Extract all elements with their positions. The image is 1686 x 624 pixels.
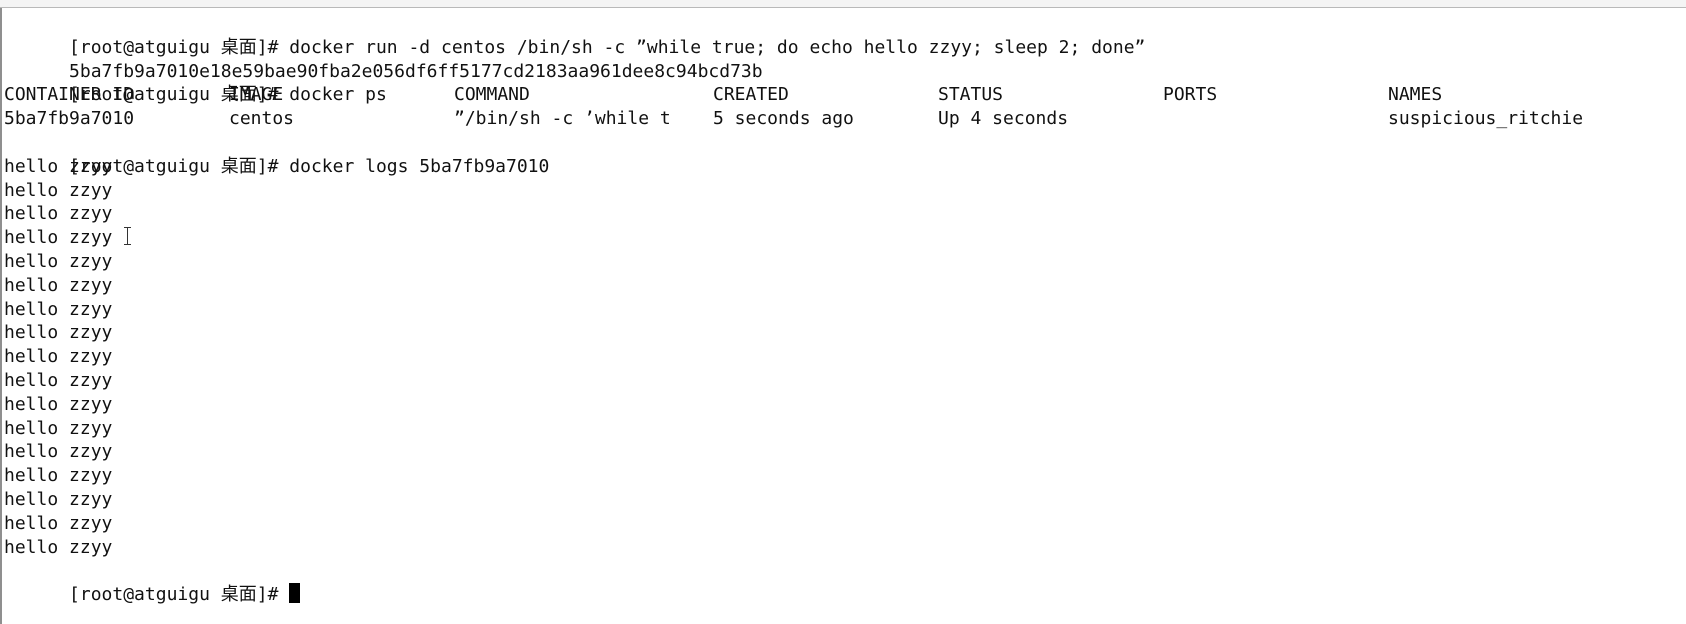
log-line: hello zzyy	[4, 369, 1678, 393]
ps-table-row: 5ba7fb9a7010 centos ”/bin/sh -c ’while t…	[4, 107, 1678, 131]
log-line: hello zzyy	[4, 464, 1678, 488]
log-line-text: hello zzyy	[4, 369, 113, 391]
column-header-status: STATUS	[938, 84, 1004, 106]
log-line: hello zzyy	[4, 536, 1678, 560]
log-line: hello zzyy	[4, 440, 1678, 464]
log-line-text: hello zzyy	[4, 322, 113, 344]
ps-table-header: CONTAINER ID IMAGE COMMAND CREATED STATU…	[4, 83, 1678, 107]
window-left-border	[0, 8, 2, 624]
terminal-output[interactable]: [root@atguigu 桌面]# docker run -d centos …	[4, 12, 1678, 624]
created-cell: 5 seconds ago	[713, 108, 854, 130]
log-line: hello zzyy	[4, 417, 1678, 441]
log-line: hello zzyy	[4, 226, 1678, 250]
shell-prompt: [root@atguigu 桌面]#	[69, 584, 290, 606]
log-line-text: hello zzyy	[4, 417, 113, 439]
log-line: hello zzyy	[4, 345, 1678, 369]
log-line-text: hello zzyy	[4, 441, 113, 463]
log-line-text: hello zzyy	[4, 536, 113, 558]
log-line-text: hello zzyy	[4, 155, 113, 177]
log-line-text: hello zzyy	[4, 298, 113, 320]
column-header-image: IMAGE	[229, 84, 284, 106]
column-header-command: COMMAND	[454, 84, 530, 106]
log-line-text: hello zzyy	[4, 203, 113, 225]
logs-command-line: [root@atguigu 桌面]# docker logs 5ba7fb9a7…	[4, 131, 1678, 177]
log-line-text: hello zzyy	[4, 250, 113, 272]
log-line-text: hello zzyy	[4, 179, 113, 201]
log-line-text: hello zzyy	[4, 512, 113, 534]
run-command-line: [root@atguigu 桌面]# docker run -d centos …	[4, 12, 1678, 58]
log-line: hello zzyy	[4, 250, 1678, 274]
image-cell: centos	[229, 108, 295, 130]
log-line: hello zzyy	[4, 274, 1678, 298]
log-line: hello zzyy	[4, 321, 1678, 345]
column-header-container-id: CONTAINER ID	[4, 84, 135, 106]
log-line: hello zzyy	[4, 512, 1678, 536]
final-prompt-line[interactable]: [root@atguigu 桌面]#	[4, 559, 1678, 605]
log-line: hello zzyy	[4, 298, 1678, 322]
terminal-screen[interactable]: [root@atguigu 桌面]# docker run -d centos …	[0, 0, 1686, 624]
command-cell: ”/bin/sh -c ’while t	[454, 108, 671, 130]
column-header-ports: PORTS	[1163, 84, 1218, 106]
container-id-output: 5ba7fb9a7010e18e59bae90fba2e056df6ff5177…	[4, 36, 1678, 82]
status-cell: Up 4 seconds	[938, 108, 1069, 130]
names-cell: suspicious_ritchie	[1388, 108, 1584, 130]
log-line-text: hello zzyy	[4, 393, 113, 415]
log-line-text: hello zzyy	[4, 346, 113, 368]
log-line: hello zzyy	[4, 202, 1678, 226]
log-line-text: hello zzyy	[4, 227, 113, 249]
ps-command-line: [root@atguigu 桌面]# docker ps	[4, 60, 1678, 105]
log-line: hello zzyy	[4, 488, 1678, 512]
log-line-text: hello zzyy	[4, 488, 113, 510]
block-cursor-icon	[289, 583, 301, 604]
column-header-created: CREATED	[713, 84, 789, 106]
log-line-text: hello zzyy	[4, 465, 113, 487]
text-cursor-icon	[122, 226, 134, 246]
container-id-cell: 5ba7fb9a7010	[4, 108, 135, 130]
column-header-names: NAMES	[1388, 84, 1443, 106]
log-line: hello zzyy	[4, 179, 1678, 203]
log-line: hello zzyy	[4, 393, 1678, 417]
window-top-edge	[0, 0, 1686, 8]
log-line: hello zzyy	[4, 155, 1678, 179]
log-line-text: hello zzyy	[4, 274, 113, 296]
